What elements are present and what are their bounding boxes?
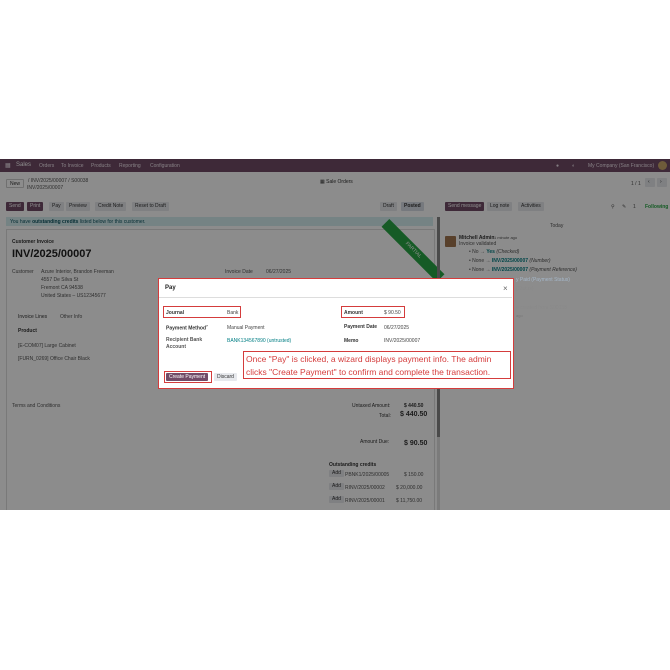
payment-date-label: Payment Date	[344, 324, 378, 330]
payment-date-value[interactable]: 06/27/2025	[384, 325, 409, 331]
payment-method-value[interactable]: Manual Payment	[227, 325, 265, 331]
journal-value[interactable]: Bank	[227, 310, 238, 316]
journal-label: Journal	[166, 310, 185, 316]
dialog-title: Pay	[165, 285, 176, 291]
memo-label: Memo	[344, 338, 359, 344]
create-payment-button[interactable]: Create Payment	[166, 373, 209, 381]
tutorial-annotation: Once "Pay" is clicked, a wizard displays…	[243, 351, 511, 379]
recipient-bank-label: Recipient Bank Account	[166, 337, 203, 350]
memo-input[interactable]: INV/2025/00007	[384, 338, 420, 344]
payment-method-label: Payment Method?	[166, 324, 208, 332]
recipient-bank-value[interactable]: BANK134567890 (untrusted)	[227, 338, 291, 344]
chatter-created-line: e created from S00038	[516, 305, 567, 311]
odoo-screenshot: ▦ Sales Orders To Invoice Products Repor…	[0, 159, 670, 510]
close-icon[interactable]: ×	[503, 284, 508, 293]
pay-wizard-dialog: Pay × Journal Bank Payment Method? Manua…	[158, 278, 514, 389]
chatter-time-2: ago	[516, 313, 523, 318]
amount-label: Amount	[344, 310, 363, 316]
annotation-text: Once "Pay" is clicked, a wizard displays…	[246, 354, 492, 377]
tracking-line-4: y Paid (Payment Status)	[516, 277, 570, 283]
discard-button[interactable]: Discard	[214, 373, 237, 381]
tracking-line-5: (Status)	[516, 286, 534, 292]
amount-input[interactable]: $ 90.50	[384, 310, 401, 316]
